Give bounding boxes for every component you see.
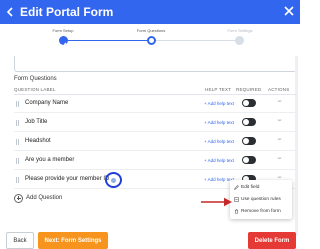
close-icon[interactable] <box>284 6 294 16</box>
row-divider <box>14 112 297 113</box>
step-label-settings: Form Settings <box>227 28 253 33</box>
add-help-text-link[interactable]: + Add help text <box>204 139 234 144</box>
table-row: Company Name + Add help text ··· <box>14 95 297 113</box>
table-row: Headshot + Add help text ··· <box>14 133 297 151</box>
progress-stepper: Form Setup Form Questions Form Settings <box>0 24 300 56</box>
column-header-actions: ACTIONS <box>268 87 290 92</box>
question-label: Headshot <box>25 138 51 144</box>
required-toggle[interactable] <box>242 156 256 164</box>
rules-icon <box>234 197 239 202</box>
step-dot-questions[interactable] <box>147 36 156 45</box>
required-toggle[interactable] <box>242 99 256 107</box>
add-help-text-link[interactable]: + Add help text <box>204 158 234 163</box>
modal-header: Edit Portal Form <box>0 0 300 24</box>
column-header-help: HELP TEXT <box>205 87 232 92</box>
section-title: Form Questions <box>14 76 57 82</box>
back-arrow-icon[interactable] <box>5 7 15 17</box>
required-toggle[interactable] <box>242 137 256 145</box>
column-header-required: REQUIRED <box>236 87 262 92</box>
row-divider <box>14 131 297 132</box>
drag-handle-icon[interactable] <box>16 158 19 164</box>
step-connector-todo <box>152 40 240 41</box>
back-button[interactable]: Back <box>6 232 34 249</box>
menu-item-label: Remove from form <box>241 209 281 214</box>
more-horizontal-icon[interactable]: ··· <box>277 155 282 162</box>
menu-item-label: Use question rules <box>241 197 281 202</box>
description-textarea[interactable] <box>14 56 297 72</box>
menu-item-remove-from-form[interactable]: Remove from form <box>234 209 281 214</box>
more-horizontal-icon[interactable]: ··· <box>277 117 282 124</box>
plus-circle-icon <box>14 193 23 203</box>
next-form-settings-button[interactable]: Next: Form Settings <box>38 232 108 249</box>
step-dot-settings[interactable] <box>235 36 244 45</box>
step-dot-setup[interactable] <box>59 36 68 48</box>
menu-item-label: Edit field <box>241 185 260 190</box>
more-horizontal-icon[interactable]: ··· <box>277 136 282 143</box>
annotation-arrow-icon <box>201 197 232 207</box>
column-header-label: QUESTION LABEL <box>14 87 56 92</box>
modal-footer: Back Next: Form Settings Delete Form <box>0 232 300 249</box>
drag-handle-icon[interactable] <box>16 177 19 183</box>
table-row: Job Title + Add help text ··· <box>14 114 297 132</box>
required-toggle[interactable] <box>242 118 256 126</box>
drag-handle-icon[interactable] <box>16 101 19 107</box>
add-help-text-link[interactable]: + Add help text <box>204 120 234 125</box>
trash-icon <box>234 209 239 214</box>
add-question-label: Add Question <box>26 195 63 201</box>
add-question-button[interactable]: Add Question <box>14 192 62 204</box>
step-connector-done <box>63 40 151 41</box>
row-divider <box>14 169 297 170</box>
question-label: Please provide your member ID <box>25 176 110 182</box>
check-icon <box>60 42 67 48</box>
row-actions-menu: Edit field Use question rules Remove fro… <box>230 180 292 219</box>
more-horizontal-icon[interactable]: ··· <box>277 98 282 105</box>
add-help-text-link[interactable]: + Add help text <box>204 101 234 106</box>
pencil-icon <box>234 185 239 190</box>
drag-handle-icon[interactable] <box>16 139 19 145</box>
menu-item-use-question-rules[interactable]: Use question rules <box>234 197 281 202</box>
question-label: Are you a member <box>25 157 75 163</box>
drag-handle-icon[interactable] <box>16 120 19 126</box>
modal-title: Edit Portal Form <box>20 5 114 19</box>
annotation-highlight-circle <box>105 172 122 188</box>
row-divider <box>14 150 297 151</box>
step-label-setup: Form Setup <box>52 28 74 33</box>
table-row: Are you a member + Add help text ··· <box>14 152 297 170</box>
step-label-questions: Form Questions <box>136 28 166 33</box>
question-label: Company Name <box>25 100 69 106</box>
menu-item-edit-field[interactable]: Edit field <box>234 185 259 190</box>
delete-form-button[interactable]: Delete Form <box>248 232 296 249</box>
question-label: Job Title <box>25 119 48 125</box>
